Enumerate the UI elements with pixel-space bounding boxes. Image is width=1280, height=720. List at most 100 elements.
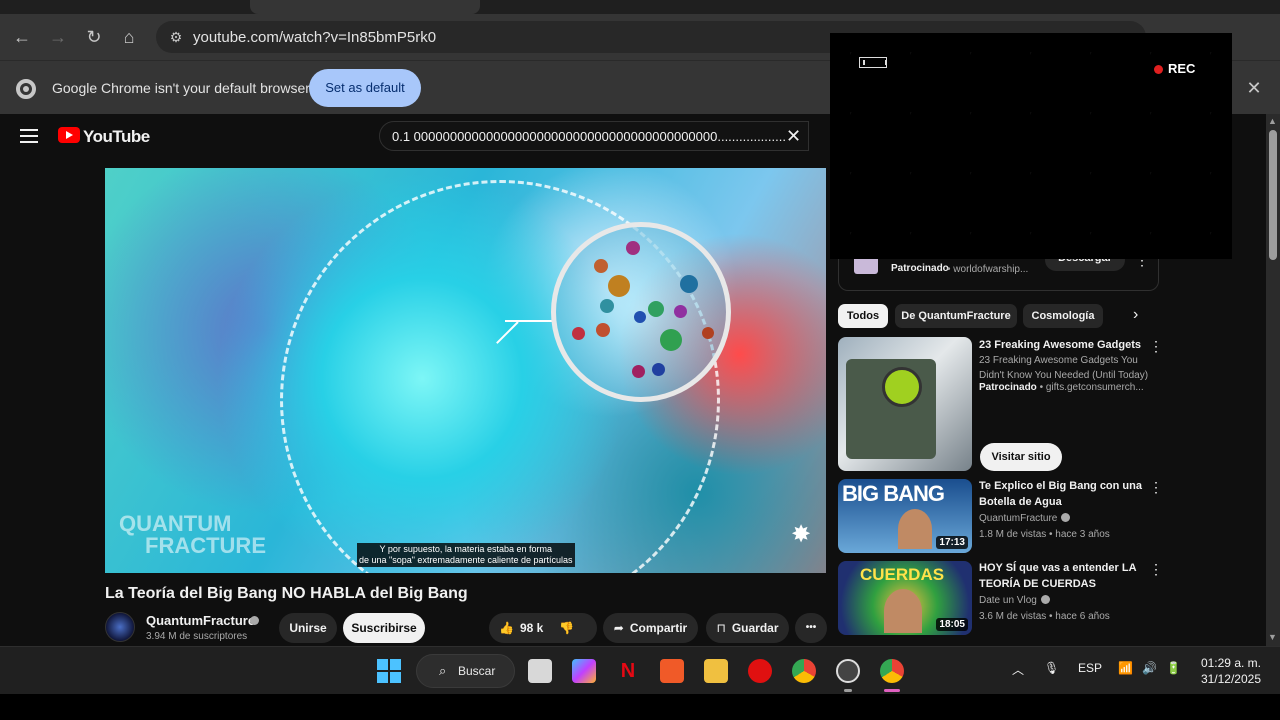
watermark-line2: FRACTURE <box>145 533 266 558</box>
taskbar-search[interactable]: ⌕ Buscar <box>416 654 515 688</box>
video-channel[interactable]: Date un Vlog <box>979 593 1050 609</box>
reload-icon[interactable]: ↻ <box>83 26 105 48</box>
scrollbar-thumb[interactable] <box>1269 130 1277 260</box>
visit-site-button[interactable]: Visitar sitio <box>980 443 1062 471</box>
thumbnail-text: CUERDAS <box>860 565 945 584</box>
sponsor-domain: • worldofwarship... <box>947 264 1029 275</box>
particle <box>600 299 614 313</box>
like-dislike-group: 👍 98 k 👎 <box>489 613 597 643</box>
particle <box>680 275 698 293</box>
wifi-icon[interactable]: 📶 <box>1118 661 1133 675</box>
ad-sponsored-label: Patrocinado <box>979 382 1037 393</box>
volume-icon[interactable]: 🔊 <box>1142 661 1157 675</box>
subtitle-line: de una "sopa" extremadamente caliente de… <box>359 555 573 565</box>
url-text[interactable]: youtube.com/watch?v=In85bmP5rk0 <box>193 29 436 46</box>
dislike-icon[interactable]: 👎 <box>559 613 574 643</box>
save-button[interactable]: ⊓ Guardar <box>706 613 789 643</box>
youtube-logo-icon[interactable] <box>58 127 80 143</box>
sponsored-label: Patrocinado <box>891 263 949 274</box>
obs-icon[interactable] <box>836 659 860 683</box>
more-vert-icon[interactable]: ⋮ <box>1149 338 1163 355</box>
netflix-icon[interactable]: N <box>616 659 640 683</box>
video-thumbnail[interactable]: CUERDAS 18:05 <box>838 561 972 635</box>
search-query[interactable]: 0.1 000000000000000000000000000000000000… <box>392 129 787 144</box>
chip-all[interactable]: Todos <box>838 304 888 328</box>
particle <box>596 323 610 337</box>
ad-title[interactable]: 23 Freaking Awesome Gadgets <box>979 337 1149 353</box>
channel-name[interactable]: QuantumFracture <box>146 613 255 628</box>
subscribe-button[interactable]: Suscribirse <box>343 613 425 643</box>
copilot-icon[interactable] <box>572 659 596 683</box>
more-actions-button[interactable]: ••• <box>795 613 827 643</box>
subtitle-line: Y por supuesto, la materia estaba en for… <box>379 544 552 554</box>
ad-thumbnail[interactable] <box>838 337 972 471</box>
particle <box>652 363 665 376</box>
clock-date: 31/12/2025 <box>1200 672 1261 686</box>
chrome-active-icon[interactable] <box>880 659 904 683</box>
scroll-down-icon[interactable]: ▼ <box>1268 632 1277 642</box>
video-player[interactable]: QUANTUM FRACTURE Y por supuesto, la mate… <box>105 168 826 573</box>
forward-icon[interactable]: → <box>47 26 69 48</box>
video-thumbnail[interactable]: BIG BANG 17:13 <box>838 479 972 553</box>
channel-name[interactable]: QuantumFracture <box>979 513 1057 524</box>
scroll-up-icon[interactable]: ▲ <box>1268 116 1277 126</box>
channel-avatar[interactable] <box>105 612 135 642</box>
verified-icon <box>1061 513 1071 522</box>
video-title-link[interactable]: HOY SÍ que vas a entender LA TEORÍA DE C… <box>979 560 1149 592</box>
active-tab[interactable] <box>250 0 480 14</box>
search-input[interactable]: 0.1 000000000000000000000000000000000000… <box>379 121 809 151</box>
particle-zoom-circle <box>551 222 731 402</box>
video-meta: 1.8 M de vistas • hace 3 años <box>979 529 1110 540</box>
chevron-right-icon[interactable]: › <box>1133 306 1138 324</box>
chrome-icon[interactable] <box>792 659 816 683</box>
video-title-link[interactable]: Te Explico el Big Bang con una Botella d… <box>979 478 1149 510</box>
video-channel[interactable]: QuantumFracture <box>979 511 1071 527</box>
verified-icon <box>250 616 259 625</box>
more-vert-icon[interactable]: ⋮ <box>1149 479 1163 496</box>
active-indicator <box>884 689 900 692</box>
like-count[interactable]: 98 k <box>520 621 543 635</box>
battery-icon[interactable]: 🔋 <box>1166 661 1181 675</box>
particle <box>702 327 714 339</box>
clock-time: 01:29 a. m. <box>1200 656 1261 670</box>
share-button[interactable]: ➦ Compartir <box>603 613 698 643</box>
particle <box>660 329 682 351</box>
save-label: Guardar <box>731 621 779 635</box>
close-icon[interactable]: ✕ <box>1244 78 1264 98</box>
home-icon[interactable]: ⌂ <box>118 26 140 48</box>
channel-name[interactable]: Date un Vlog <box>979 595 1037 606</box>
thumbnail-text: BIG BANG <box>842 481 945 506</box>
chip-cosmology[interactable]: Cosmología <box>1023 304 1103 328</box>
video-title: La Teoría del Big Bang NO HABLA del Big … <box>105 585 468 602</box>
battery-icon <box>859 57 887 68</box>
back-icon[interactable]: ← <box>11 26 33 48</box>
chip-from-channel[interactable]: De QuantumFracture <box>895 304 1017 328</box>
ad-sponsor-line: Patrocinado • gifts.getconsumerch... <box>979 380 1144 396</box>
crunchyroll-icon[interactable] <box>660 659 684 683</box>
page-scrollbar[interactable]: ▲ ▼ <box>1266 114 1280 646</box>
file-explorer-icon[interactable] <box>704 659 728 683</box>
clear-search-icon[interactable]: ✕ <box>786 126 801 147</box>
youtube-music-icon[interactable] <box>748 659 772 683</box>
clock[interactable]: 01:29 a. m. 31/12/2025 <box>1199 655 1261 687</box>
taskbar: ⌕ Buscar N ︿ 🎙 ESP 📶 🔊 🔋 01:29 a. m. 31/… <box>0 646 1280 694</box>
microphone-icon[interactable]: 🎙 <box>1044 661 1059 675</box>
youtube-logo-text[interactable]: YouTube <box>83 127 150 147</box>
video-subtitle: Y por supuesto, la materia estaba en for… <box>357 543 575 567</box>
channel-branding-icon[interactable]: ✸ <box>791 520 811 549</box>
particle <box>648 301 664 317</box>
set-default-button[interactable]: Set as default <box>309 69 421 107</box>
gadget-dial <box>882 367 922 407</box>
windows-start-icon[interactable] <box>377 659 401 683</box>
task-view-icon[interactable] <box>528 659 552 683</box>
chrome-icon <box>16 79 36 99</box>
video-meta: 3.6 M de vistas • hace 6 años <box>979 611 1110 622</box>
site-info-icon[interactable]: ⚙ <box>166 27 186 47</box>
like-icon[interactable]: 👍 <box>499 613 514 643</box>
chevron-up-icon[interactable]: ︿ <box>1012 661 1024 678</box>
bookmark-icon: ⊓ <box>716 621 726 635</box>
join-button[interactable]: Unirse <box>279 613 337 643</box>
menu-icon[interactable] <box>20 129 38 143</box>
language-indicator[interactable]: ESP <box>1078 661 1102 675</box>
more-vert-icon[interactable]: ⋮ <box>1149 561 1163 578</box>
